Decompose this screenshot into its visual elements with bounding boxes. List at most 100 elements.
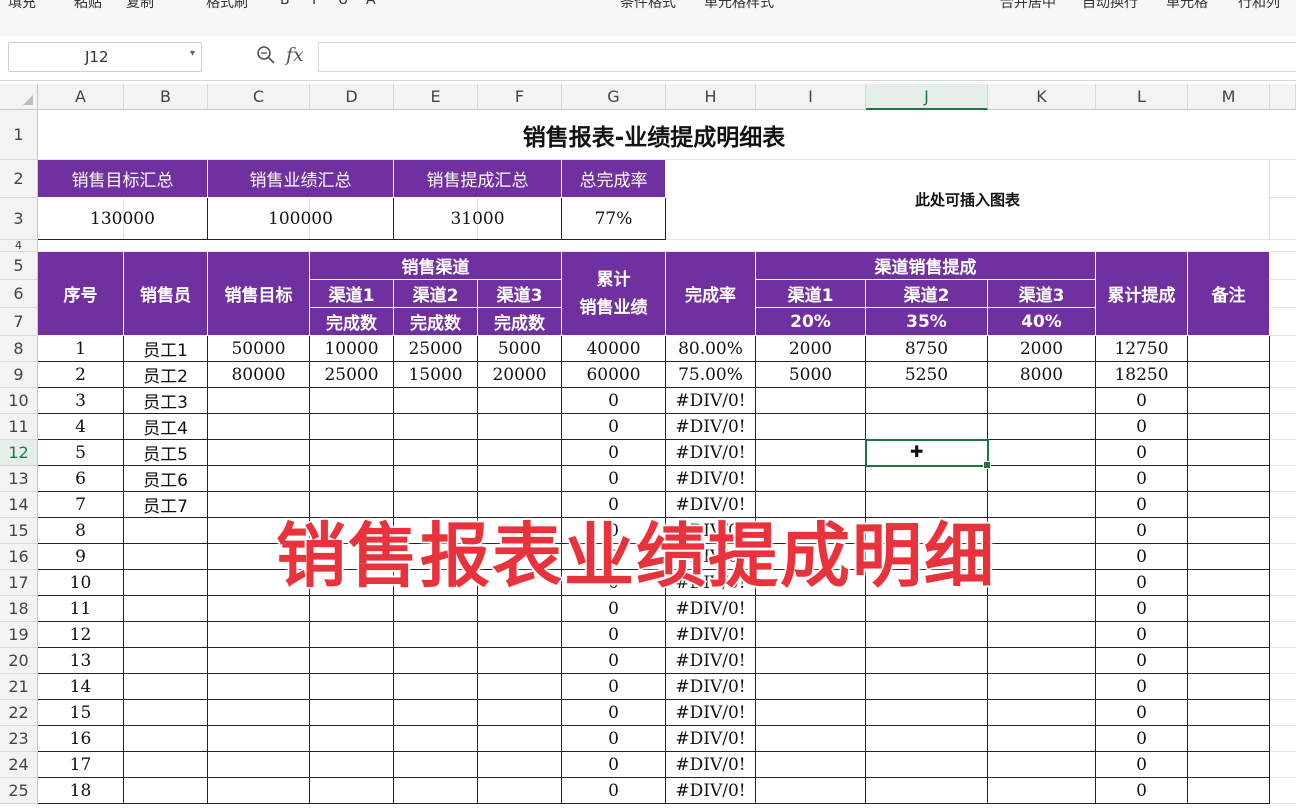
data-cell-c1[interactable] [310, 388, 394, 414]
toolbar-item[interactable]: 填充 [8, 0, 36, 12]
data-cell-c2[interactable] [394, 622, 478, 648]
data-cell-c1[interactable] [310, 674, 394, 700]
data-cell-c2[interactable] [394, 466, 478, 492]
data-cell-seq[interactable]: 10 [38, 570, 124, 596]
data-cell-c3[interactable] [478, 752, 562, 778]
data-cell-seq[interactable]: 4 [38, 414, 124, 440]
data-cell-rate[interactable]: #DIV/0! [666, 466, 756, 492]
data-cell-target[interactable] [208, 622, 310, 648]
data-cell-remark[interactable] [1188, 570, 1270, 596]
data-cell-total[interactable]: 0 [1096, 492, 1188, 518]
spacer-row[interactable] [38, 240, 1270, 252]
data-cell-name[interactable] [124, 570, 208, 596]
header-channel[interactable]: 渠道2 [394, 280, 478, 308]
data-cell-p1[interactable] [756, 648, 866, 674]
grid-cell[interactable] [1270, 752, 1296, 778]
data-cell-p3[interactable]: 2000 [988, 336, 1096, 362]
data-cell-p2[interactable]: 8750 [866, 336, 988, 362]
data-cell-seq[interactable]: 5 [38, 440, 124, 466]
data-cell-c3[interactable] [478, 674, 562, 700]
toolbar-item[interactable]: 条件格式 [620, 0, 676, 12]
column-header-c[interactable]: C [208, 84, 310, 110]
grid-cell[interactable] [1270, 160, 1296, 198]
data-cell-c1[interactable] [310, 648, 394, 674]
data-cell-c2[interactable]: 25000 [394, 336, 478, 362]
column-header-g[interactable]: G [562, 84, 666, 110]
data-cell-p1[interactable] [756, 674, 866, 700]
data-cell-p3[interactable] [988, 778, 1096, 804]
data-cell-remark[interactable] [1188, 492, 1270, 518]
row-header-3[interactable]: 3 [0, 198, 38, 240]
data-cell-name[interactable] [124, 648, 208, 674]
data-cell-seq[interactable]: 18 [38, 778, 124, 804]
function-icon[interactable]: fx [286, 44, 304, 66]
data-cell-p3[interactable] [988, 648, 1096, 674]
data-cell-seq[interactable]: 17 [38, 752, 124, 778]
data-cell-c1[interactable] [310, 726, 394, 752]
data-cell-remark[interactable] [1188, 596, 1270, 622]
data-cell-total[interactable]: 12750 [1096, 336, 1188, 362]
data-cell-name[interactable] [124, 544, 208, 570]
row-header-4[interactable]: 4 [0, 239, 38, 252]
header-commission-rate[interactable]: 20% [756, 308, 866, 336]
column-header-f[interactable]: F [478, 84, 562, 110]
data-cell-sales[interactable]: 0 [562, 388, 666, 414]
data-cell-name[interactable] [124, 726, 208, 752]
data-cell-c1[interactable] [310, 440, 394, 466]
data-cell-p3[interactable] [988, 518, 1096, 544]
data-cell-p3[interactable] [988, 726, 1096, 752]
data-cell-seq[interactable]: 12 [38, 622, 124, 648]
data-cell-sales[interactable]: 0 [562, 674, 666, 700]
header-commission-channel[interactable]: 渠道3 [988, 280, 1096, 308]
row-header-21[interactable]: 21 [0, 674, 38, 700]
data-cell-c2[interactable]: 15000 [394, 362, 478, 388]
data-cell-rate[interactable]: #DIV/0! [666, 622, 756, 648]
header-rate[interactable]: 完成率 [666, 252, 756, 336]
data-cell-p3[interactable] [988, 388, 1096, 414]
data-cell-c1[interactable] [310, 778, 394, 804]
data-cell-p2[interactable] [866, 752, 988, 778]
name-box[interactable]: J12 ▾ [8, 42, 202, 72]
data-cell-rate[interactable]: #DIV/0! [666, 700, 756, 726]
header-completed[interactable]: 完成数 [310, 308, 394, 336]
grid-cell[interactable] [1270, 414, 1296, 440]
toolbar-item[interactable]: B [280, 0, 290, 8]
select-all-corner[interactable] [0, 84, 38, 110]
grid-cell[interactable] [1270, 198, 1296, 240]
data-cell-c2[interactable] [394, 726, 478, 752]
data-cell-c2[interactable] [394, 440, 478, 466]
data-cell-remark[interactable] [1188, 362, 1270, 388]
data-cell-c2[interactable] [394, 674, 478, 700]
header-salesperson[interactable]: 销售员 [124, 252, 208, 336]
data-cell-p3[interactable] [988, 466, 1096, 492]
column-header-h[interactable]: H [666, 84, 756, 110]
data-cell-seq[interactable]: 15 [38, 700, 124, 726]
row-header-1[interactable]: 1 [0, 110, 38, 160]
data-cell-p2[interactable] [866, 388, 988, 414]
data-cell-c3[interactable] [478, 622, 562, 648]
summary-header[interactable]: 销售提成汇总 [394, 160, 562, 198]
data-cell-p3[interactable] [988, 414, 1096, 440]
data-cell-target[interactable] [208, 648, 310, 674]
data-cell-p2[interactable]: 5250 [866, 362, 988, 388]
data-cell-seq[interactable]: 3 [38, 388, 124, 414]
data-cell-name[interactable]: 员工3 [124, 388, 208, 414]
grid-cell[interactable] [1270, 648, 1296, 674]
data-cell-p2[interactable] [866, 648, 988, 674]
toolbar-item[interactable]: 复制 [126, 0, 154, 12]
data-cell-target[interactable]: 50000 [208, 336, 310, 362]
data-cell-c3[interactable] [478, 388, 562, 414]
grid-cell[interactable] [1270, 252, 1296, 280]
toolbar-item[interactable]: 粘贴 [74, 0, 102, 12]
data-cell-seq[interactable]: 16 [38, 726, 124, 752]
data-cell-p2[interactable] [866, 622, 988, 648]
header-commission-channel[interactable]: 渠道2 [866, 280, 988, 308]
data-cell-name[interactable]: 员工4 [124, 414, 208, 440]
data-cell-p1[interactable] [756, 622, 866, 648]
header-cumulative-sales[interactable]: 累计 销售业绩 [562, 252, 666, 336]
data-cell-target[interactable] [208, 466, 310, 492]
data-cell-total[interactable]: 0 [1096, 778, 1188, 804]
data-cell-p1[interactable] [756, 726, 866, 752]
column-header-i[interactable]: I [756, 84, 866, 110]
row-header-20[interactable]: 20 [0, 648, 38, 674]
